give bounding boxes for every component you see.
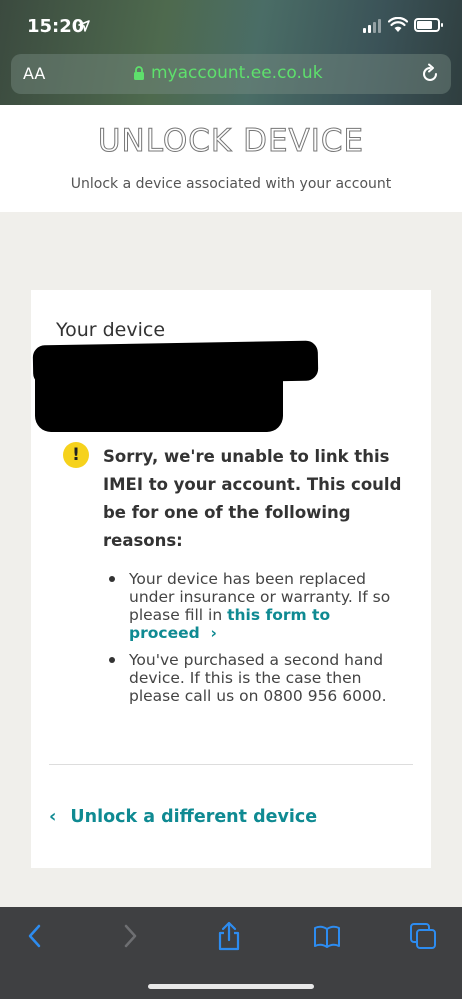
device-label: Your device — [56, 319, 166, 341]
cellular-signal-icon — [363, 19, 381, 33]
list-item: Your device has been replaced under insu… — [107, 570, 407, 642]
location-arrow-icon — [78, 20, 90, 32]
reasons-list: Your device has been replaced under insu… — [107, 570, 407, 714]
forward-icon[interactable] — [120, 921, 140, 951]
text-size-button[interactable]: AA — [23, 64, 45, 83]
device-card: Your device ! Sorry, we're unable to lin… — [31, 290, 431, 868]
page-title: UNLOCK DEVICE — [97, 123, 365, 160]
status-time: 15:20 — [27, 16, 85, 37]
tabs-icon[interactable] — [408, 921, 438, 951]
unlock-different-device-link[interactable]: ‹ Unlock a different device — [49, 806, 317, 827]
reason-text: You've purchased a second hand device. I… — [129, 651, 387, 705]
page-subtitle: Unlock a device associated with your acc… — [70, 176, 392, 192]
share-icon[interactable] — [216, 921, 242, 951]
chevron-right-icon: › — [210, 624, 217, 642]
url-text[interactable]: myaccount.ee.co.uk — [151, 63, 323, 83]
reload-icon[interactable] — [419, 63, 441, 85]
status-bar: 15:20 — [0, 0, 462, 52]
browser-top-chrome: 15:20 AA myaccount.ee.co.uk — [0, 0, 462, 105]
home-indicator[interactable] — [148, 984, 314, 989]
back-icon[interactable] — [25, 921, 45, 951]
bookmarks-icon[interactable] — [312, 921, 342, 951]
battery-icon — [414, 18, 443, 32]
lock-icon — [134, 66, 144, 80]
chevron-left-icon: ‹ — [49, 806, 57, 827]
back-link-label: Unlock a different device — [70, 806, 318, 827]
address-bar[interactable]: AA myaccount.ee.co.uk — [11, 54, 451, 94]
page-header: UNLOCK DEVICE Unlock a device associated… — [0, 105, 462, 212]
redaction-mark — [35, 362, 283, 432]
warning-message: Sorry, we're unable to link this IMEI to… — [103, 447, 402, 550]
list-item: You've purchased a second hand device. I… — [107, 651, 407, 705]
divider — [49, 764, 413, 765]
warning-icon: ! — [63, 442, 89, 468]
wifi-icon — [388, 17, 408, 32]
